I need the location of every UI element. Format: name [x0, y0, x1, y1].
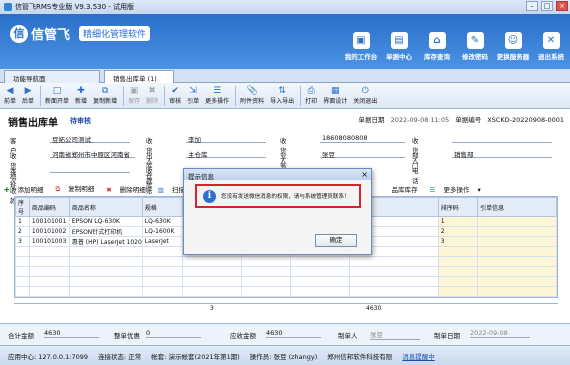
info-icon: i [203, 189, 216, 203]
app-window: 信管飞RMS专业版 V9.3.530 - 试用版 – □ × 信 信管飞 精细化… [0, 0, 570, 365]
ok-button[interactable]: 确定 [315, 234, 357, 247]
dialog-message-box: i 您没有发送微信消息的权限，请与系统管理员联系！ [195, 184, 361, 208]
dialog-close-icon[interactable]: × [361, 170, 368, 179]
dialog-message: 您没有发送微信消息的权限，请与系统管理员联系！ [221, 194, 350, 200]
alert-dialog: 提示信息 × i 您没有发送微信消息的权限，请与系统管理员联系！ 确定 [183, 168, 372, 255]
dialog-title: 提示信息 [188, 173, 214, 181]
dialog-title-bar: 提示信息 × [184, 169, 371, 181]
